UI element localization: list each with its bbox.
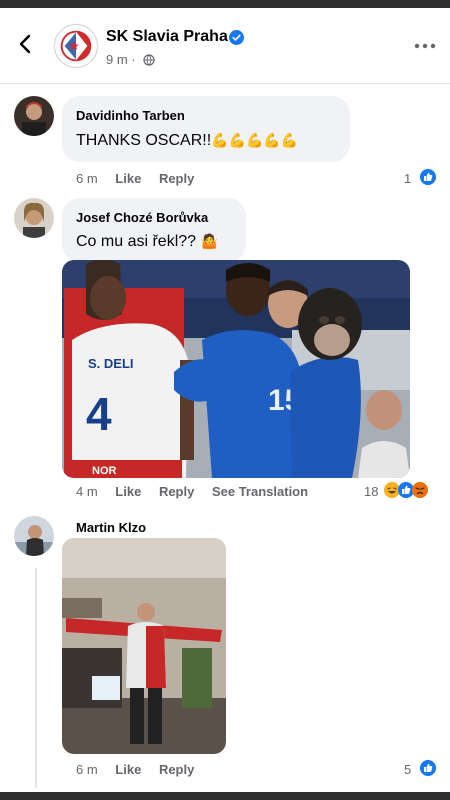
page-name[interactable]: SK Slavia Praha xyxy=(106,28,228,46)
reply-button[interactable]: Reply xyxy=(159,762,194,777)
globe-icon xyxy=(143,54,155,66)
sponsor-text: NOR xyxy=(92,465,117,477)
comment-time: 6 m xyxy=(76,762,98,777)
comment-bubble[interactable] xyxy=(62,96,350,162)
comment-time: 6 m xyxy=(76,171,98,186)
reaction-count[interactable]: 1 xyxy=(404,171,411,186)
like-button[interactable]: Like xyxy=(115,762,141,777)
comment-actions: 6 m Like Reply xyxy=(76,762,208,777)
comment-text: THANKS OSCAR!!💪💪💪💪💪 xyxy=(76,132,298,150)
back-arrow-icon[interactable] xyxy=(14,32,38,56)
see-translation-button[interactable]: See Translation xyxy=(212,484,308,499)
reply-button[interactable]: Reply xyxy=(159,171,194,186)
reply-button[interactable]: Reply xyxy=(159,484,194,499)
comment-time: 4 m xyxy=(76,484,98,499)
post-time: 9 m · xyxy=(106,52,136,67)
comment-emoji: 💪💪💪💪💪 xyxy=(211,132,299,148)
comment-photo[interactable]: S. DELI 4 NOR 15 xyxy=(62,260,410,478)
angry-reaction-icon xyxy=(412,482,428,498)
page-avatar[interactable] xyxy=(54,24,98,68)
more-icon[interactable] xyxy=(414,42,436,50)
comment-author[interactable]: Davidinho Tarben xyxy=(76,108,185,123)
post-comments-screen: SK Slavia Praha 9 m · Davidinho Tarben T… xyxy=(0,8,450,792)
comment-author[interactable]: Josef Chozé Borůvka xyxy=(76,210,208,225)
comment-text-body: Co mu asi řekl?? xyxy=(76,233,197,250)
reply-thread-line xyxy=(35,568,37,788)
reaction-count[interactable]: 5 xyxy=(404,762,411,777)
commenter-avatar[interactable] xyxy=(14,516,54,556)
comment-actions: 6 m Like Reply xyxy=(76,171,208,186)
like-button[interactable]: Like xyxy=(115,484,141,499)
comment-text-body: THANKS OSCAR!! xyxy=(76,132,212,149)
top-frame-edge xyxy=(0,0,450,8)
comment-bubble[interactable] xyxy=(62,198,246,262)
like-reaction-icon xyxy=(420,760,436,776)
reaction-count[interactable]: 18 xyxy=(364,484,378,499)
comment-author[interactable]: Martin Klzo xyxy=(76,520,146,535)
bottom-frame-edge xyxy=(0,792,450,800)
post-header: SK Slavia Praha 9 m · xyxy=(0,8,450,84)
shirt-number: 4 xyxy=(86,388,112,440)
like-button[interactable]: Like xyxy=(115,171,141,186)
commenter-avatar[interactable] xyxy=(14,96,54,136)
comment-photo[interactable] xyxy=(62,538,226,754)
like-reaction-icon xyxy=(420,169,436,185)
verified-badge-icon xyxy=(229,30,244,45)
comment-actions: 4 m Like Reply See Translation xyxy=(76,484,322,499)
comment-text: Co mu asi řekl?? 🤷 xyxy=(76,233,218,251)
comment-emoji: 🤷 xyxy=(200,233,218,249)
shirt-text: S. DELI xyxy=(88,356,134,371)
commenter-avatar[interactable] xyxy=(14,198,54,238)
